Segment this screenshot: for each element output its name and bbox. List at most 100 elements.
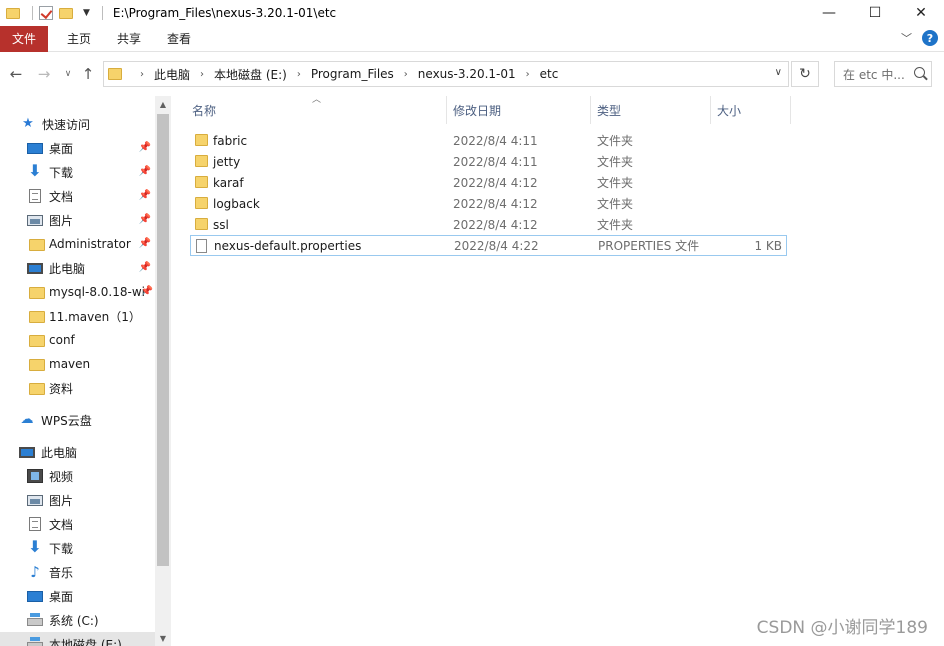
sidebar-item-administrator[interactable]: Administrator 📌 [29,232,155,256]
address-history-chevron-icon[interactable]: ∨ [775,67,782,78]
sidebar-item-label: 本地磁盘 (E:) [49,637,122,646]
sidebar-item-this-pc-pinned[interactable]: 此电脑 📌 [27,256,155,280]
sidebar-item-label: conf [49,333,75,347]
file-name: ssl [213,217,229,232]
tab-view[interactable]: 查看 [154,26,204,52]
tab-share[interactable]: 共享 [104,26,154,52]
sidebar-item-wps-cloud[interactable]: ☁ WPS云盘 [19,408,171,432]
file-type: PROPERTIES 文件 [598,239,700,253]
address-bar[interactable]: › 此电脑 › 本地磁盘 (E:) › Program_Files › nexu… [103,61,789,87]
pin-icon[interactable]: 📌 [139,190,151,201]
chevron-right-icon[interactable]: › [297,69,301,80]
chevron-right-icon[interactable]: › [200,69,204,80]
forward-arrow-icon[interactable]: → [32,62,56,86]
file-size: 1 KB [754,238,782,253]
refresh-button[interactable]: ↻ [791,61,819,87]
column-divider[interactable] [710,96,711,124]
chevron-right-icon[interactable]: › [404,69,408,80]
back-arrow-icon[interactable]: ← [4,62,28,86]
sidebar-item-drive-c[interactable]: 系统 (C:) [27,608,155,632]
breadcrumb-drive-e[interactable]: 本地磁盘 (E:) [214,66,287,83]
expand-ribbon-chevron-icon[interactable]: ﹀ [901,30,912,46]
list-item[interactable]: ssl 2022/8/4 4:12 文件夹 [190,214,787,235]
pin-icon[interactable]: 📌 [141,286,153,297]
tab-file[interactable]: 文件 [0,25,49,52]
column-divider[interactable] [446,96,447,124]
column-divider[interactable] [790,96,791,124]
sidebar-item-documents[interactable]: 文档 📌 [27,184,155,208]
tab-home[interactable]: 主页 [54,26,104,52]
star-icon: ★ [22,116,34,131]
maximize-button[interactable]: ☐ [852,0,898,26]
computer-icon [19,446,35,458]
list-item[interactable]: nexus-default.properties 2022/8/4 4:22 P… [190,235,787,256]
search-placeholder: 在 etc 中... [843,67,905,82]
list-item[interactable]: karaf 2022/8/4 4:12 文件夹 [190,172,787,193]
sidebar-item-music[interactable]: ♪ 音乐 [27,560,155,584]
breadcrumb-this-pc[interactable]: 此电脑 [154,66,190,83]
minimize-button[interactable]: — [806,0,852,26]
sidebar-item-maven[interactable]: maven [29,352,155,376]
breadcrumb-nexus[interactable]: nexus-3.20.1-01 [418,67,516,81]
sidebar-item-pc-pictures[interactable]: 图片 [27,488,155,512]
sidebar-item-maven-11[interactable]: 11.maven（1） [29,304,155,328]
sidebar-item-videos[interactable]: 视频 [27,464,155,488]
column-header-name[interactable]: 名称 [192,96,216,124]
column-header-date[interactable]: 修改日期 [453,96,501,124]
sidebar-item-pc-downloads[interactable]: ⬇ 下载 [27,536,155,560]
list-item[interactable]: fabric 2022/8/4 4:11 文件夹 [190,130,787,151]
sidebar-item-label: maven [49,357,91,371]
sidebar-item-downloads[interactable]: ⬇ 下载 📌 [27,160,155,184]
new-folder-icon[interactable] [59,7,73,19]
folder-icon [195,134,208,146]
folder-icon [29,286,45,299]
pin-icon[interactable]: 📌 [139,142,151,153]
folder-icon [195,197,208,209]
sidebar-item-pc-documents[interactable]: 文档 [27,512,155,536]
search-input[interactable]: 在 etc 中... [834,61,932,87]
up-arrow-icon[interactable]: ↑ [76,62,100,86]
file-name: jetty [213,154,241,169]
sidebar-item-desktop[interactable]: 桌面 📌 [27,136,155,160]
sidebar-item-pictures[interactable]: 图片 📌 [27,208,155,232]
breadcrumb-etc[interactable]: etc [540,67,559,81]
list-item[interactable]: logback 2022/8/4 4:12 文件夹 [190,193,787,214]
pin-icon[interactable]: 📌 [139,214,151,225]
sidebar-item-label: 快速访问 [42,117,91,132]
scroll-down-arrow-icon[interactable]: ▼ [155,630,171,646]
sidebar-item-quick-access[interactable]: ★ 快速访问 [20,112,171,136]
sidebar-item-conf[interactable]: conf [29,328,155,352]
breadcrumb-program-files[interactable]: Program_Files [311,67,394,81]
help-icon[interactable]: ? [922,30,938,46]
pin-icon[interactable]: 📌 [139,262,151,273]
column-header-type[interactable]: 类型 [597,96,621,124]
sidebar-item-this-pc[interactable]: 此电脑 [19,440,171,464]
sidebar-item-pc-desktop[interactable]: 桌面 [27,584,155,608]
properties-icon[interactable] [39,6,53,20]
sidebar-item-label: 文档 [49,189,74,204]
chevron-right-icon[interactable]: › [140,69,144,80]
customize-toolbar-caret-icon[interactable]: ▼ [83,8,90,18]
folder-icon [195,218,208,230]
file-type: 文件夹 [597,218,634,232]
window-controls: — ☐ ✕ [806,0,944,26]
list-item[interactable]: jetty 2022/8/4 4:11 文件夹 [190,151,787,172]
pin-icon[interactable]: 📌 [139,238,151,249]
sidebar-item-drive-e[interactable]: 本地磁盘 (E:) [0,632,155,646]
scroll-thumb[interactable] [157,114,169,566]
scroll-up-arrow-icon[interactable]: ▲ [155,96,171,112]
column-divider[interactable] [590,96,591,124]
recent-locations-chevron-icon[interactable]: ∨ [60,62,76,86]
sidebar-item-mysql[interactable]: mysql-8.0.18-wi 📌 [29,280,155,304]
file-date: 2022/8/4 4:12 [453,175,538,190]
chevron-right-icon[interactable]: › [526,69,530,80]
sidebar-item-materials[interactable]: 资料 [29,376,155,400]
close-button[interactable]: ✕ [898,0,944,26]
pin-icon[interactable]: 📌 [139,166,151,177]
file-name: nexus-default.properties [214,238,362,253]
column-header-size[interactable]: 大小 [717,96,741,124]
sidebar-item-label: mysql-8.0.18-wi [49,285,145,299]
sidebar-scrollbar[interactable]: ▲ ▼ [155,96,171,646]
sidebar-item-label: 下载 [49,165,74,180]
sidebar-item-label: WPS云盘 [41,413,92,428]
